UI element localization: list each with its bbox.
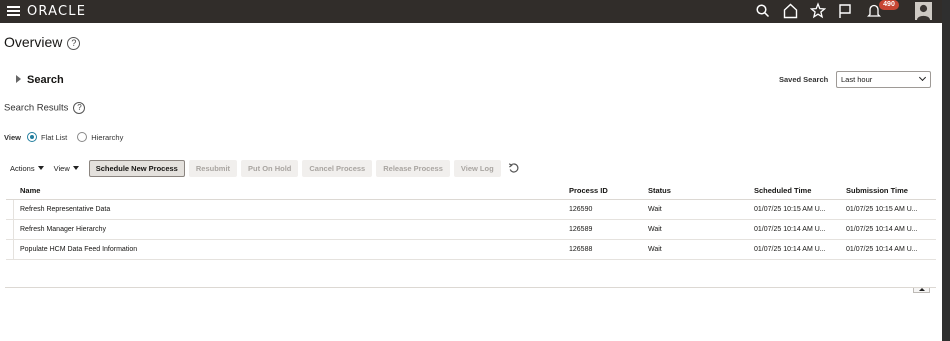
- page-title-text: Overview: [4, 34, 63, 50]
- search-results-title: Search Results?: [4, 102, 86, 114]
- table-row[interactable]: Refresh Representative Data 126590 Wait …: [6, 200, 936, 220]
- view-mode-label: View: [4, 132, 21, 142]
- flat-list-radio[interactable]: [26, 132, 37, 142]
- scheduled-time: 01/07/25 10:15 AM U...: [754, 206, 826, 213]
- resubmit-button[interactable]: Resubmit: [188, 159, 238, 177]
- search-icon[interactable]: [756, 2, 770, 20]
- hierarchy-label[interactable]: Hierarchy: [91, 133, 123, 142]
- caret-down-icon: [37, 166, 44, 170]
- release-process-button[interactable]: Release Process: [376, 159, 450, 177]
- search-results-text: Search Results: [4, 102, 69, 114]
- view-menu-label: View: [53, 163, 70, 173]
- process-id: 126588: [569, 246, 593, 253]
- actions-menu[interactable]: Actions: [10, 164, 44, 173]
- oracle-logo[interactable]: ORACLE: [27, 4, 86, 19]
- star-icon[interactable]: [810, 2, 826, 20]
- row-selector[interactable]: [6, 200, 14, 220]
- process-status: Wait: [648, 226, 662, 233]
- collapse-pane-button[interactable]: [913, 288, 930, 293]
- actions-menu-label: Actions: [10, 163, 35, 173]
- process-table: Name Process ID Status Scheduled Time Su…: [6, 180, 936, 260]
- saved-search-label: Saved Search: [779, 75, 829, 84]
- process-id: 126590: [569, 206, 593, 213]
- column-header-scheduled-time[interactable]: Scheduled Time: [754, 186, 811, 195]
- menu-icon[interactable]: [7, 3, 20, 19]
- process-name: Refresh Representative Data: [20, 206, 111, 213]
- table-header: Name Process ID Status Scheduled Time Su…: [6, 180, 936, 200]
- chevron-down-icon: [918, 73, 927, 82]
- saved-search-select[interactable]: Last hour: [836, 71, 931, 88]
- column-header-submission-time[interactable]: Submission Time: [846, 186, 908, 195]
- caret-down-icon: [72, 166, 79, 170]
- view-mode-selector: View Flat List Hierarchy: [4, 132, 133, 142]
- section-divider: [5, 287, 936, 288]
- view-log-button[interactable]: View Log: [453, 159, 501, 177]
- column-header-process-id[interactable]: Process ID: [569, 186, 608, 195]
- table-row[interactable]: Refresh Manager Hierarchy 126589 Wait 01…: [6, 220, 936, 240]
- process-status: Wait: [648, 246, 662, 253]
- cancel-process-button[interactable]: Cancel Process: [302, 159, 373, 177]
- process-id: 126589: [569, 226, 593, 233]
- hierarchy-radio[interactable]: [77, 132, 88, 142]
- process-status: Wait: [648, 206, 662, 213]
- saved-search-value: Last hour: [841, 75, 873, 84]
- scheduled-time: 01/07/25 10:14 AM U...: [754, 246, 826, 253]
- column-header-status[interactable]: Status: [648, 186, 671, 195]
- search-disclosure-label: Search: [27, 74, 64, 86]
- flat-list-label[interactable]: Flat List: [41, 133, 67, 142]
- expand-triangle-icon: [16, 75, 21, 83]
- process-name: Refresh Manager Hierarchy: [20, 226, 106, 233]
- vertical-scrollbar[interactable]: [942, 0, 950, 341]
- process-name: Populate HCM Data Feed Information: [20, 246, 138, 253]
- table-row[interactable]: Populate HCM Data Feed Information 12658…: [6, 240, 936, 260]
- put-on-hold-button[interactable]: Put On Hold: [241, 159, 299, 177]
- flag-icon[interactable]: [838, 2, 852, 20]
- view-menu[interactable]: View: [54, 164, 79, 173]
- help-icon[interactable]: ?: [73, 102, 86, 114]
- row-selector[interactable]: [6, 220, 14, 240]
- submission-time: 01/07/25 10:15 AM U...: [846, 206, 918, 213]
- submission-time: 01/07/25 10:14 AM U...: [846, 226, 918, 233]
- help-icon[interactable]: ?: [67, 36, 81, 50]
- notification-badge[interactable]: 490: [879, 0, 899, 10]
- user-avatar[interactable]: [915, 2, 932, 20]
- scheduled-time: 01/07/25 10:14 AM U...: [754, 226, 826, 233]
- global-header: ORACLE 490: [0, 0, 942, 23]
- refresh-icon[interactable]: [508, 162, 520, 174]
- results-toolbar: Actions View Schedule New Process Resubm…: [10, 159, 520, 177]
- page-title: Overview?: [4, 34, 81, 50]
- search-disclosure[interactable]: Search: [16, 74, 64, 86]
- schedule-new-process-button[interactable]: Schedule New Process: [88, 159, 185, 177]
- column-header-name[interactable]: Name: [20, 186, 40, 195]
- submission-time: 01/07/25 10:14 AM U...: [846, 246, 918, 253]
- home-icon[interactable]: [783, 2, 798, 20]
- row-selector[interactable]: [6, 240, 14, 260]
